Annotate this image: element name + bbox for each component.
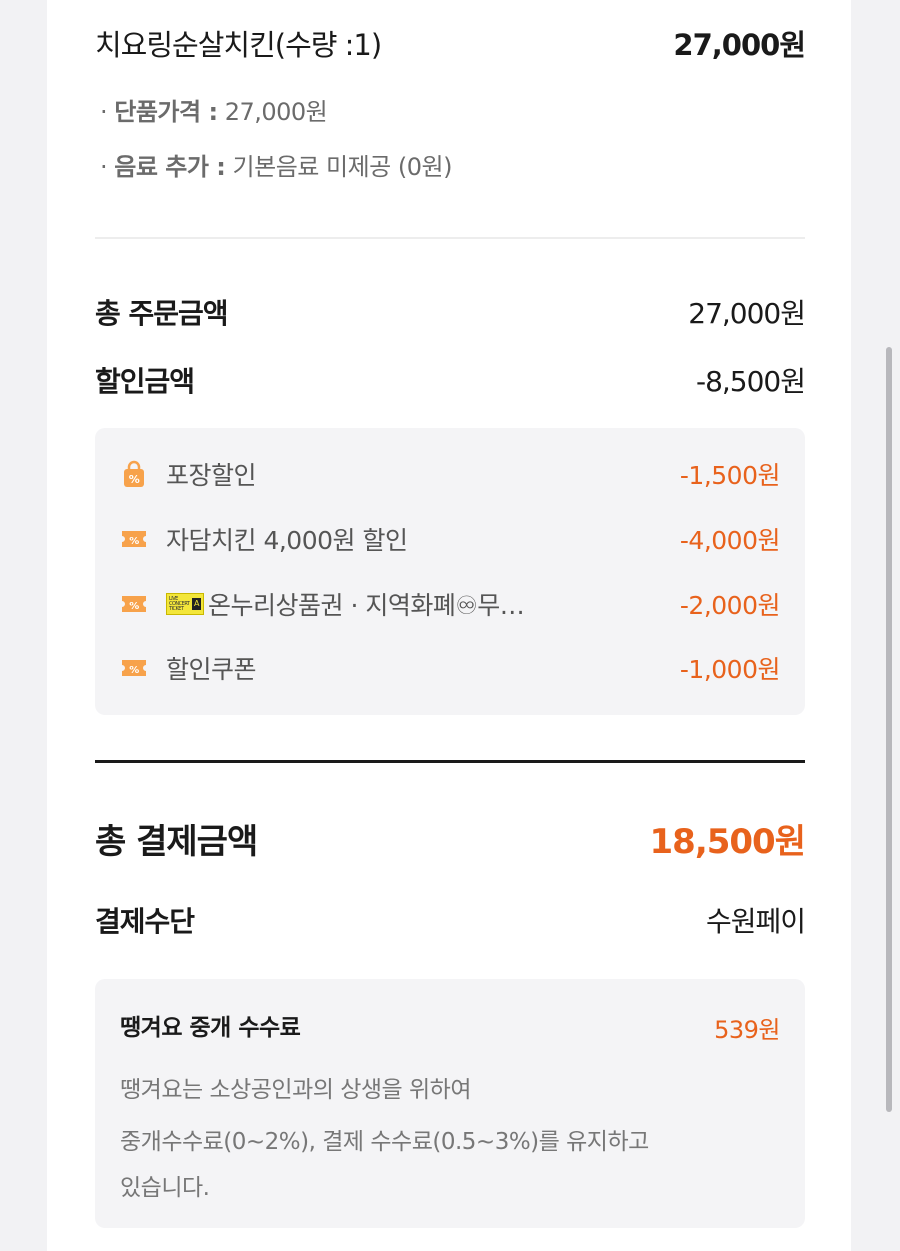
discount-item-value: -2,000원	[679, 591, 781, 620]
item-name: 치요링순살치킨(수량 :1)	[95, 28, 382, 62]
discount-item: % LIVE CONCERT TICKET A 온누리상품권 · 지역화폐♾무……	[120, 586, 781, 622]
order-total-row: 총 주문금액 27,000원	[95, 292, 806, 332]
order-total-label: 총 주문금액	[95, 297, 229, 330]
payment-method-row: 결제수단 수원페이	[95, 900, 806, 940]
item-option-drink: · 음료 추가 : 기본음료 미제공 (0원)	[100, 153, 453, 181]
fee-description-line: 땡겨요는 소상공인과의 상생을 위하여	[120, 1077, 472, 1103]
coupon-percent-icon: %	[122, 596, 146, 612]
payment-method-value: 수원페이	[705, 905, 806, 938]
fee-title: 땡겨요 중개 수수료	[120, 1015, 301, 1041]
discount-total-row: 할인금액 -8,500원	[95, 360, 806, 400]
shopping-bag-percent-icon: %	[124, 460, 144, 487]
scrollbar[interactable]	[886, 347, 892, 1112]
divider	[95, 760, 805, 763]
discount-item-value: -1,000원	[679, 655, 781, 684]
divider	[95, 237, 805, 239]
discount-label: 할인금액	[95, 365, 195, 398]
option-value: 27,000원	[224, 98, 328, 126]
svg-text:%: %	[129, 665, 139, 676]
discount-item-label: 할인쿠폰	[166, 655, 257, 684]
item-price: 27,000원	[673, 28, 806, 62]
fee-description-line: 있습니다.	[120, 1175, 210, 1201]
payment-total-label: 총 결제금액	[95, 822, 258, 862]
discount-item-value: -1,500원	[679, 461, 781, 490]
discount-item-value: -4,000원	[679, 526, 781, 555]
discount-item: % 자담치킨 4,000원 할인 -4,000원	[120, 521, 781, 557]
fee-value: 539원	[714, 1016, 780, 1044]
discount-item: % 포장할인 -1,500원	[120, 456, 781, 492]
svg-text:%: %	[129, 601, 139, 612]
svg-text:%: %	[129, 473, 140, 486]
fee-description-line: 중개수수료(0~2%), 결제 수수료(0.5~3%)를 유지하고	[120, 1129, 649, 1155]
discount-item-label: 온누리상품권 · 지역화폐♾무…	[208, 591, 525, 620]
option-value: 기본음료 미제공 (0원)	[232, 153, 453, 181]
discount-item-label: 포장할인	[166, 461, 257, 490]
discount-item-label: 자담치킨 4,000원 할인	[166, 526, 408, 555]
item-row: 치요링순살치킨(수량 :1) 27,000원	[95, 22, 806, 64]
ticket-text: TICKET	[169, 605, 184, 612]
payment-method-label: 결제수단	[95, 905, 195, 938]
ticket-mark: A	[192, 598, 201, 610]
payment-total-value: 18,500원	[649, 822, 806, 862]
concert-ticket-icon: LIVE CONCERT TICKET A	[166, 593, 204, 615]
coupon-percent-icon: %	[122, 531, 146, 547]
svg-text:%: %	[129, 536, 139, 547]
discount-value: -8,500원	[695, 365, 806, 398]
discount-item: % 할인쿠폰 -1,000원	[120, 650, 781, 686]
coupon-percent-icon: %	[122, 660, 146, 676]
option-label: 음료 추가 :	[114, 153, 226, 181]
option-label: 단품가격 :	[114, 98, 218, 126]
payment-total-row: 총 결제금액 18,500원	[95, 814, 806, 863]
order-total-value: 27,000원	[688, 297, 806, 330]
item-option-unit-price: · 단품가격 : 27,000원	[100, 98, 328, 126]
